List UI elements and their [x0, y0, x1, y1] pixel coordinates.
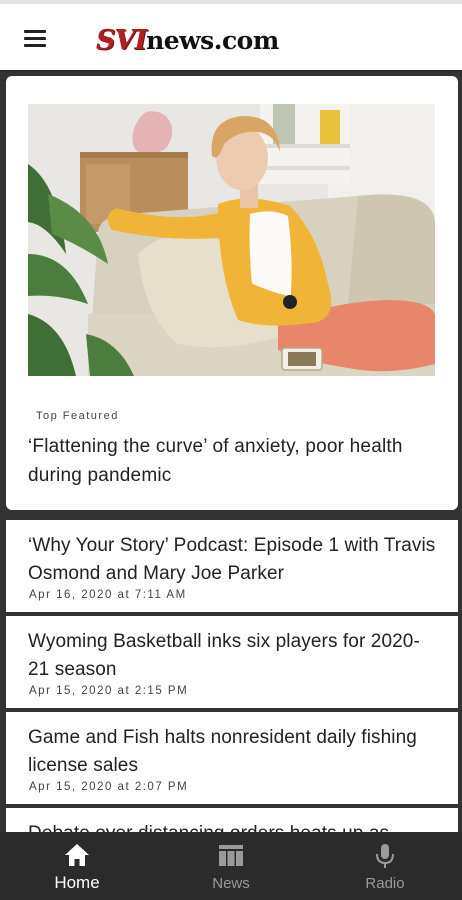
microphone-icon	[376, 844, 394, 868]
menu-icon-bar	[24, 30, 46, 33]
article-title[interactable]: Wyoming Basketball inks six players for …	[28, 628, 438, 684]
news-icon	[219, 845, 243, 866]
article-list-item[interactable]: Game and Fish halts nonresident daily fi…	[6, 712, 458, 804]
news-feed[interactable]: Top Featured ‘Flattening the curve’ of a…	[0, 72, 462, 832]
article-date: Apr 16, 2020 at 7:11 AM	[29, 589, 187, 601]
nav-radio[interactable]: Radio	[308, 832, 462, 900]
app-header: SVI news.com	[0, 4, 462, 72]
article-date: Apr 15, 2020 at 2:07 PM	[29, 781, 189, 793]
menu-button[interactable]	[20, 24, 52, 54]
article-title[interactable]: Game and Fish halts nonresident daily fi…	[28, 724, 438, 780]
article-list-item[interactable]: Debate over distancing orders heats up a…	[6, 808, 458, 832]
featured-article-title[interactable]: ‘Flattening the curve’ of anxiety, poor …	[28, 432, 428, 490]
article-list-item[interactable]: Wyoming Basketball inks six players for …	[6, 616, 458, 708]
nav-radio-label: Radio	[365, 875, 405, 892]
article-list-item[interactable]: ‘Why Your Story’ Podcast: Episode 1 with…	[6, 520, 458, 612]
nav-home[interactable]: Home	[0, 832, 154, 900]
nav-news-label: News	[212, 875, 250, 892]
woman-on-couch-illustration	[28, 104, 435, 376]
article-title[interactable]: Debate over distancing orders heats up a…	[28, 820, 438, 832]
article-date: Apr 15, 2020 at 2:15 PM	[29, 685, 189, 697]
article-title[interactable]: ‘Why Your Story’ Podcast: Episode 1 with…	[28, 532, 438, 588]
featured-article-card[interactable]: Top Featured ‘Flattening the curve’ of a…	[6, 76, 458, 510]
menu-icon-bar	[24, 37, 46, 40]
featured-category-label: Top Featured	[36, 410, 119, 422]
logo-news-text: news.com	[146, 26, 279, 55]
nav-news[interactable]: News	[154, 832, 308, 900]
nav-home-label: Home	[54, 873, 100, 892]
menu-icon-bar	[24, 44, 46, 47]
featured-article-image	[28, 104, 435, 376]
bottom-navigation: Home News Radio	[0, 832, 462, 900]
logo-svi-text: SVI	[96, 25, 147, 56]
home-icon	[65, 844, 89, 866]
site-logo[interactable]: SVI news.com	[96, 18, 279, 58]
